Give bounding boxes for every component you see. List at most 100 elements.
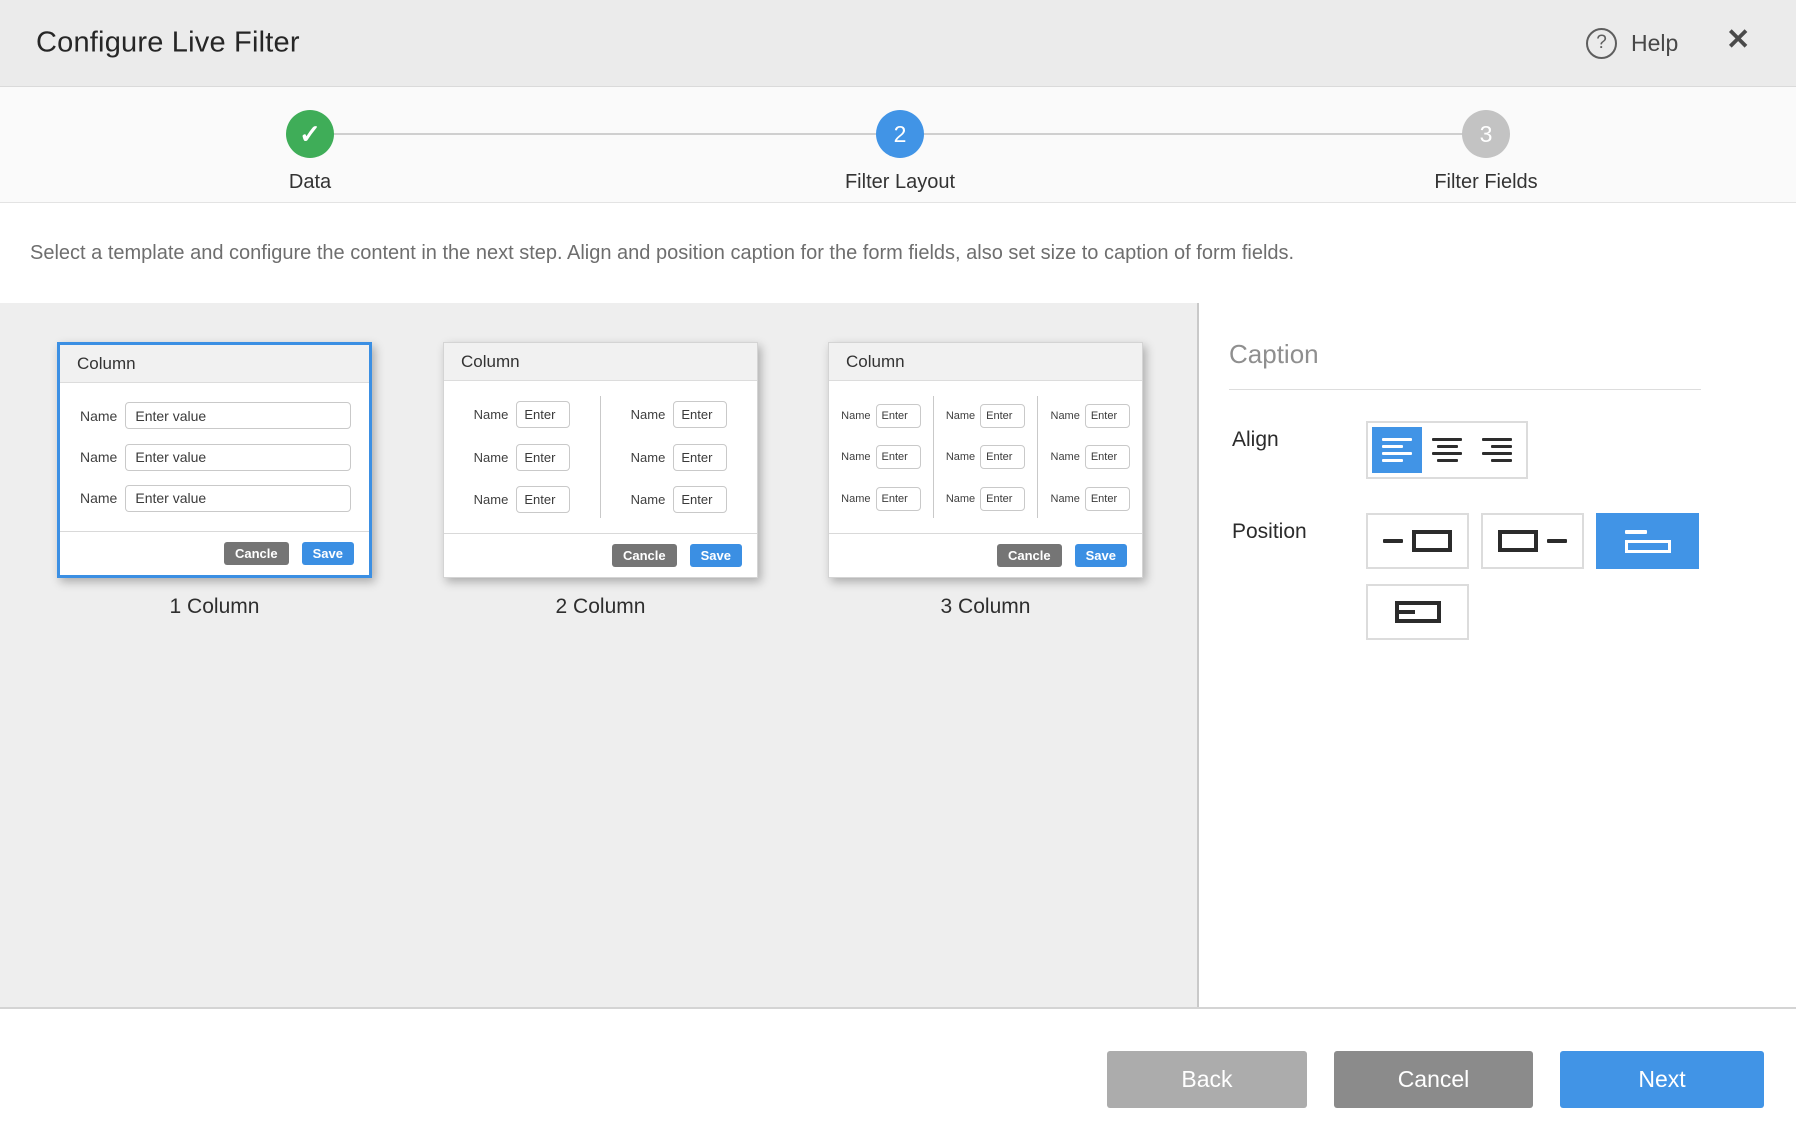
thumb-footer: CancleSave (60, 531, 369, 575)
step-data-label: Data (180, 171, 440, 194)
align-center-icon (1432, 438, 1462, 463)
step-data[interactable]: ✓ Data (180, 87, 440, 194)
caption-section-title: Caption (1229, 339, 1701, 370)
thumb-field-row: Name Enter (841, 404, 920, 428)
thumb-body: Name Enter Name Enter Name Enter Name Enter Name… (444, 381, 757, 533)
align-center-button[interactable] (1422, 427, 1472, 473)
thumb-field-input: Enter (516, 486, 570, 513)
template-card-caption: 3 Column (828, 595, 1143, 619)
align-left-button[interactable] (1372, 427, 1422, 473)
caption-inside-field-button[interactable] (1366, 584, 1469, 640)
thumb-panel-title: Column (60, 345, 369, 383)
thumb-body: NameEnter valueNameEnter valueNameEnter … (60, 383, 369, 531)
close-icon[interactable]: ✕ (1726, 26, 1750, 55)
step-filter-layout[interactable]: 2 Filter Layout (770, 87, 1030, 194)
template-card-caption: 1 Column (57, 595, 372, 619)
align-label: Align (1232, 421, 1366, 479)
thumb-field-label: Name (631, 492, 666, 507)
thumb-save-button: Save (1075, 544, 1127, 567)
thumb-field-input: Enter (673, 444, 727, 471)
align-button-group (1366, 421, 1528, 479)
template-card-item: ColumnNameEnterNameEnterNameEnterNameEnt… (828, 342, 1143, 619)
thumb-field-row: NameEnter value (60, 402, 369, 429)
help-button[interactable]: ? Help (1586, 0, 1678, 86)
position-row: Position (1232, 513, 1796, 640)
caption-above-field-button[interactable] (1596, 513, 1699, 569)
help-icon: ? (1586, 28, 1617, 59)
thumb-column: NameEnterNameEnterNameEnter (934, 386, 1038, 528)
thumb-field-label: Name (841, 410, 870, 422)
thumb-column: NameEnterNameEnterNameEnter (601, 386, 757, 528)
thumb-save-button: Save (302, 542, 354, 565)
align-right-button[interactable] (1472, 427, 1522, 473)
thumb-field-row: Name Enter (841, 487, 920, 511)
thumb-field-label: Name (631, 450, 666, 465)
thumb-field-row: Name Enter (946, 487, 1025, 511)
template-card-2-column[interactable]: ColumnNameEnterNameEnterNameEnterNameEnt… (443, 342, 758, 578)
thumb-field-label: Name (80, 408, 117, 424)
step-number: 2 (894, 123, 907, 146)
thumb-field-input: Enter value (125, 485, 351, 512)
thumb-field-label: Name (1051, 410, 1080, 422)
caption-right-of-field-button[interactable] (1481, 513, 1584, 569)
thumb-field-row: Name Enter (474, 444, 571, 471)
thumb-field-input: Enter (516, 444, 570, 471)
thumb-field-input: Enter value (125, 444, 351, 471)
thumb-field-input: Enter (980, 487, 1025, 511)
dialog-header: Configure Live Filter ? Help ✕ (0, 0, 1796, 86)
field-rect-icon (1412, 530, 1452, 552)
cancel-button[interactable]: Cancel (1334, 1051, 1533, 1108)
thumb-column: NameEnterNameEnterNameEnter (829, 386, 933, 528)
align-right-icon (1482, 438, 1512, 463)
thumb-field-label: Name (946, 451, 975, 463)
thumb-field-row: NameEnter (946, 404, 1025, 428)
step-data-circle: ✓ (286, 110, 334, 158)
thumb-field-label: Name (946, 493, 975, 505)
thumb-field-label: Name (80, 449, 117, 465)
dialog-title: Configure Live Filter (36, 27, 300, 60)
help-label: Help (1631, 30, 1678, 57)
caption-settings-panel: Caption Align Position (1201, 303, 1796, 1007)
thumb-field-row: NameEnter (631, 401, 728, 428)
thumb-field-label: Name (841, 493, 870, 505)
main-content: Column Name Enter value Name Enter value Name… (0, 303, 1796, 1007)
caption-inside-icon (1395, 601, 1441, 623)
thumb-field-label: Name (946, 410, 975, 422)
template-card-3-column[interactable]: ColumnNameEnterNameEnterNameEnterNameEnt… (828, 342, 1143, 578)
caption-above-icon (1625, 530, 1671, 553)
thumb-panel-title: Column (444, 343, 757, 381)
thumb-column: NameEnter valueNameEnter valueNameEnter … (60, 388, 369, 526)
thumb-field-input: Enter (516, 401, 570, 428)
thumb-field-label: Name (474, 492, 509, 507)
thumb-cancel-button: Cancle (612, 544, 677, 567)
thumb-field-label: Name (474, 450, 509, 465)
thumb-field-input: Enter (876, 487, 921, 511)
step-filter-fields-circle: 3 (1462, 110, 1510, 158)
thumb-field-row: NameEnter (631, 486, 728, 513)
caption-left-icon (1383, 539, 1403, 543)
thumb-field-row: Name Enter value (60, 444, 369, 471)
caption-left-of-field-button[interactable] (1366, 513, 1469, 569)
thumb-field-row: NameEnter (1051, 445, 1130, 469)
thumb-field-row: Name Enter (631, 444, 728, 471)
thumb-field-row: Name Enter value (60, 485, 369, 512)
thumb-body: Name Enter Name Enter Name Enter Name Enter Name… (829, 381, 1142, 533)
next-button[interactable]: Next (1560, 1051, 1764, 1108)
thumb-field-row: Name Enter (946, 445, 1025, 469)
step-filter-layout-label: Filter Layout (770, 171, 1030, 194)
check-icon: ✓ (299, 121, 321, 147)
caption-section-header: Caption (1229, 339, 1701, 390)
thumb-field-label: Name (474, 407, 509, 422)
step-filter-fields[interactable]: 3 Filter Fields (1356, 87, 1616, 194)
template-card-caption: 2 Column (443, 595, 758, 619)
align-row: Align (1232, 421, 1796, 479)
thumb-field-label: Name (80, 490, 117, 506)
thumb-field-label: Name (1051, 493, 1080, 505)
position-button-group (1366, 513, 1716, 640)
template-card-1-column[interactable]: Column Name Enter value Name Enter value Name… (57, 342, 372, 578)
align-left-icon (1382, 438, 1412, 463)
back-button[interactable]: Back (1107, 1051, 1307, 1108)
thumb-field-input: Enter (876, 404, 921, 428)
thumb-field-input: Enter (980, 445, 1025, 469)
step-filter-layout-circle: 2 (876, 110, 924, 158)
